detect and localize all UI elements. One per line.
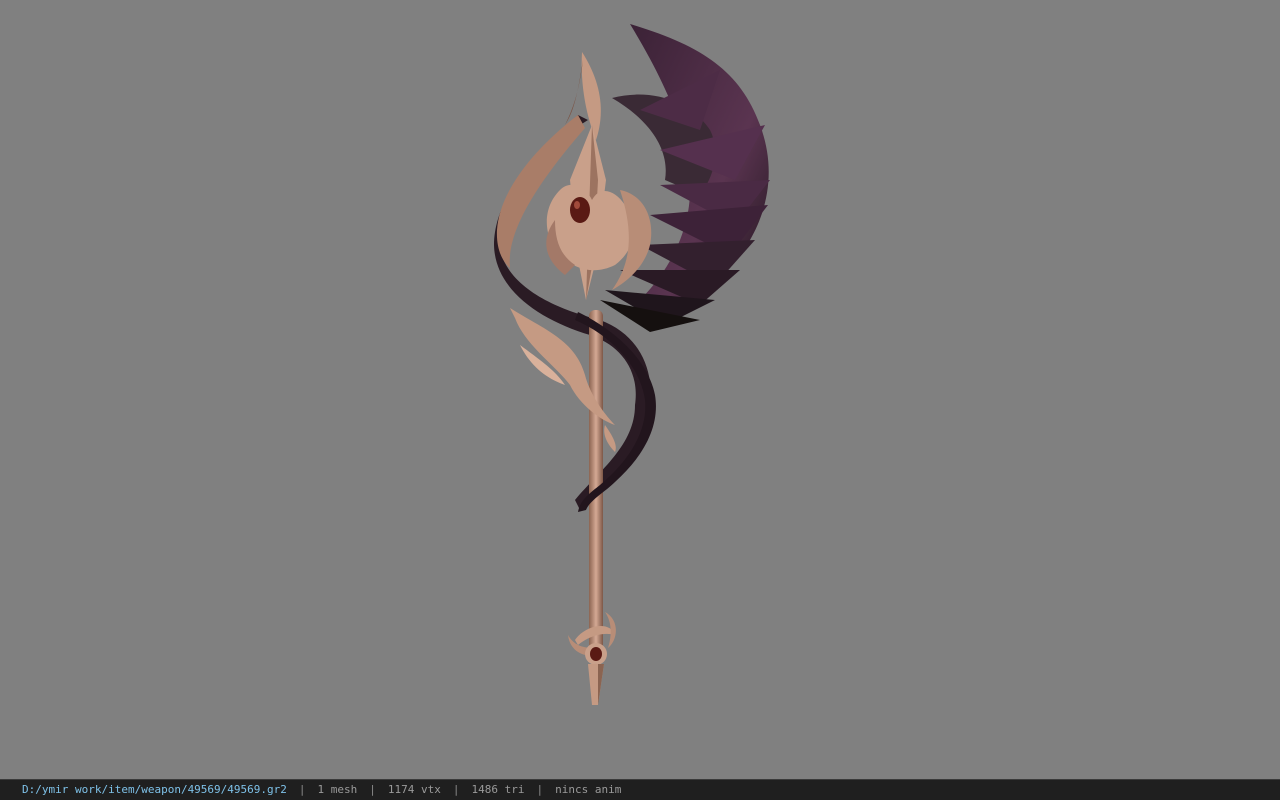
staff-shaft — [589, 310, 603, 650]
file-path: D:/ymir work/item/weapon/49569/49569.gr2 — [22, 783, 287, 796]
status-separator: | — [369, 783, 376, 796]
staff-head — [546, 52, 652, 300]
triangle-count: 1486 tri — [471, 783, 525, 796]
status-separator: | — [536, 783, 544, 796]
mesh-count: 1 mesh — [317, 783, 358, 796]
3d-viewport[interactable] — [0, 0, 1280, 779]
vertex-count: 1174 vtx — [387, 783, 441, 796]
status-bar: D:/ymir work/item/weapon/49569/49569.gr2… — [0, 779, 1280, 800]
staff-weapon-model[interactable] — [0, 0, 1280, 779]
wing — [600, 24, 770, 332]
gem — [570, 197, 590, 223]
status-separator: | — [452, 783, 460, 796]
status-separator: | — [298, 783, 306, 796]
anim-status: nincs anim — [555, 783, 622, 796]
